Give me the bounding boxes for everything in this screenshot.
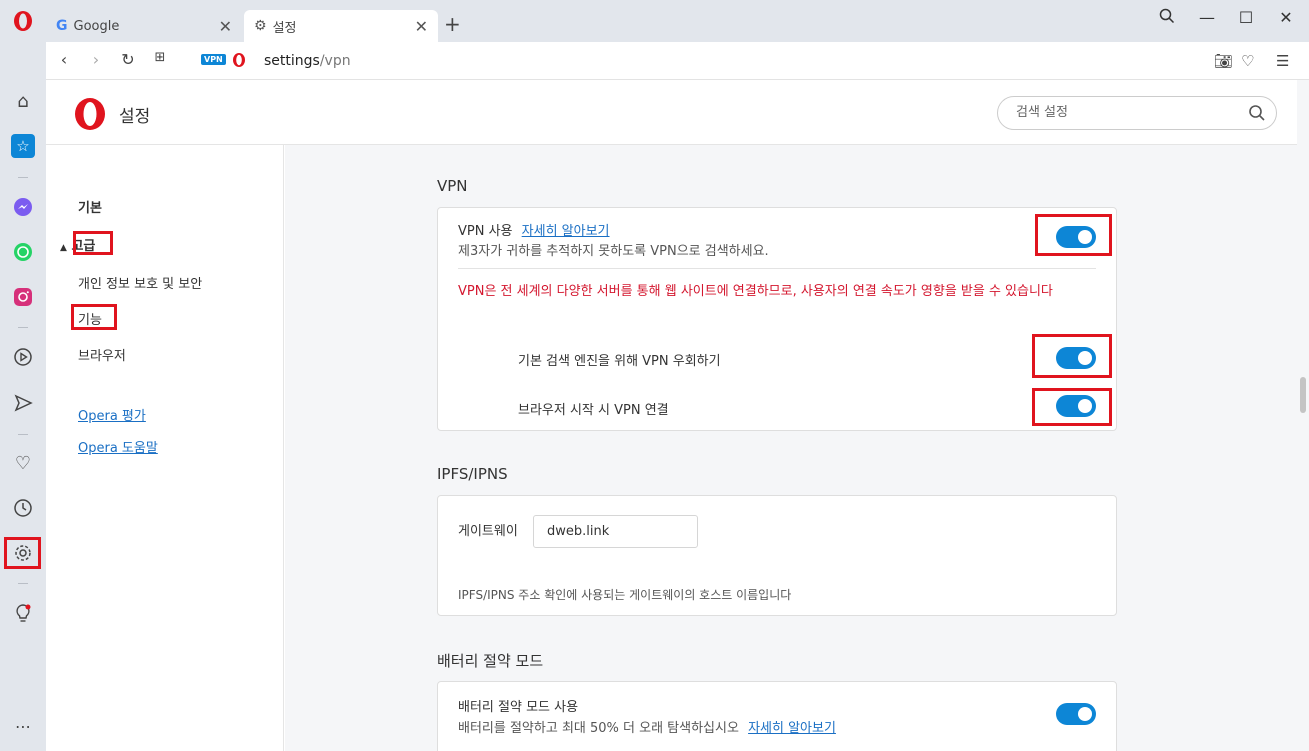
rate-opera-link[interactable]: Opera 평가: [78, 405, 146, 424]
battery-desc: 배터리를 절약하고 최대 50% 더 오래 탐색하십시오: [458, 721, 739, 736]
google-g-icon: G: [56, 18, 68, 34]
divider: [458, 268, 1096, 269]
nav-browser[interactable]: 브라우저: [78, 345, 126, 364]
history-clock-icon[interactable]: [11, 496, 35, 520]
battery-learn-more-link[interactable]: 자세히 알아보기: [748, 721, 836, 736]
send-flow-icon[interactable]: [11, 391, 35, 415]
battery-card: 배터리 절약 모드 사용 배터리를 절약하고 최대 50% 더 오래 탐색하십시…: [437, 681, 1117, 751]
highlight-box: [1032, 334, 1112, 378]
search-input[interactable]: [1016, 105, 1236, 120]
new-tab-button[interactable]: +: [444, 12, 461, 36]
vpn-card: VPN 사용 자세히 알아보기 제3자가 귀하를 추적하지 못하도록 VPN으로…: [437, 207, 1117, 431]
vpn-enable-desc: 제3자가 귀하를 추적하지 못하도록 VPN으로 검색하세요.: [458, 244, 769, 259]
settings-search[interactable]: [997, 96, 1277, 130]
section-title-battery: 배터리 절약 모드: [437, 652, 544, 670]
divider: [18, 434, 28, 435]
ipfs-card: 게이트웨이 dweb.link IPFS/IPNS 주소 확인에 사용되는 게이…: [437, 495, 1117, 616]
highlight-box: [1035, 214, 1112, 256]
bookmarks-heart-icon[interactable]: ♡: [11, 451, 35, 475]
scroll-thumb[interactable]: [1300, 377, 1306, 413]
tab-label: Google: [73, 18, 120, 34]
more-icon[interactable]: ⋯: [11, 714, 35, 738]
close-tab-icon[interactable]: ✕: [219, 17, 232, 36]
battery-enable-label: 배터리 절약 모드 사용: [458, 700, 579, 715]
tab-google[interactable]: G Google ✕: [46, 10, 242, 42]
search-tabs-icon[interactable]: [1153, 8, 1181, 28]
messenger-icon[interactable]: [11, 195, 35, 219]
opera-menu-icon[interactable]: [13, 10, 33, 32]
nav-privacy[interactable]: 개인 정보 보호 및 보안: [78, 273, 202, 292]
opera-icon: [233, 53, 245, 67]
reload-button[interactable]: ↻: [118, 50, 138, 69]
battery-toggle[interactable]: [1056, 703, 1096, 725]
player-icon[interactable]: [11, 345, 35, 369]
close-window-button[interactable]: ✕: [1272, 8, 1300, 27]
search-icon[interactable]: [1248, 104, 1266, 122]
easy-setup-icon[interactable]: ☰: [1276, 52, 1289, 70]
gateway-desc: IPFS/IPNS 주소 확인에 사용되는 게이트웨이의 호스트 이름입니다: [458, 588, 792, 602]
minimize-button[interactable]: —: [1193, 8, 1221, 27]
opera-help-link[interactable]: Opera 도움말: [78, 437, 158, 456]
camera-icon[interactable]: 📷︎: [1214, 52, 1233, 70]
back-button[interactable]: ‹: [54, 50, 74, 69]
gateway-label: 게이트웨이: [458, 524, 518, 539]
url-host: settings: [264, 53, 320, 69]
settings-header: 설정: [46, 80, 1297, 145]
title-bar: G Google ✕ ⚙ 설정 ✕ + — ☐ ✕: [0, 0, 1309, 42]
speed-dial-icon[interactable]: ⊞: [150, 50, 170, 65]
divider: [18, 177, 28, 178]
vpn-enable-row: VPN 사용 자세히 알아보기: [458, 220, 610, 239]
vpn-enable-label: VPN 사용: [458, 224, 513, 239]
tab-label: 설정: [272, 20, 297, 36]
highlight-box: [73, 231, 113, 255]
vpn-startup-label: 브라우저 시작 시 VPN 연결: [518, 403, 669, 418]
section-title-ipfs: IPFS/IPNS: [437, 465, 508, 483]
divider: [18, 327, 28, 328]
settings-main: VPN VPN 사용 자세히 알아보기 제3자가 귀하를 추적하지 못하도록 V…: [285, 145, 1297, 751]
url-text[interactable]: settings/vpn: [264, 53, 351, 69]
sidebar: ⌂ ☆ ♡ ⋯: [0, 42, 46, 751]
vpn-warning-text: VPN은 전 세계의 다양한 서버를 통해 웹 사이트에 연결하므로, 사용자의…: [458, 284, 1053, 299]
battery-desc-row: 배터리를 절약하고 최대 50% 더 오래 탐색하십시오 자세히 알아보기: [458, 717, 836, 736]
lightbulb-icon[interactable]: [11, 602, 35, 626]
forward-button[interactable]: ›: [86, 50, 106, 69]
highlight-box: [71, 304, 117, 330]
maximize-button[interactable]: ☐: [1232, 8, 1260, 27]
speed-dial-star-icon[interactable]: ☆: [11, 134, 35, 158]
home-icon[interactable]: ⌂: [11, 89, 35, 113]
scrollbar[interactable]: [1297, 80, 1309, 751]
address-bar: ‹ › ↻ ⊞ VPN settings/vpn 📷︎ ♡ ☰: [46, 42, 1309, 80]
page-title: 설정: [119, 107, 151, 127]
tab-settings[interactable]: ⚙ 설정 ✕: [244, 10, 438, 42]
nav-basic[interactable]: 기본: [78, 197, 102, 216]
instagram-icon[interactable]: [11, 285, 35, 309]
highlight-box: [4, 537, 41, 569]
heart-icon[interactable]: ♡: [1241, 52, 1254, 70]
gear-icon: ⚙: [254, 18, 267, 34]
divider: [18, 583, 28, 584]
vpn-bypass-label: 기본 검색 엔진을 위해 VPN 우회하기: [518, 354, 721, 369]
gateway-input[interactable]: dweb.link: [533, 515, 698, 548]
highlight-box: [1032, 388, 1112, 426]
opera-logo: [75, 98, 105, 130]
url-path: /vpn: [319, 53, 351, 69]
section-title-vpn: VPN: [437, 177, 468, 195]
collapse-triangle-icon: ▲: [60, 243, 67, 253]
gateway-value: dweb.link: [547, 524, 610, 539]
whatsapp-icon[interactable]: [11, 240, 35, 264]
vpn-badge[interactable]: VPN: [201, 54, 226, 65]
close-tab-icon[interactable]: ✕: [415, 17, 428, 36]
vpn-learn-more-link[interactable]: 자세히 알아보기: [522, 224, 610, 239]
